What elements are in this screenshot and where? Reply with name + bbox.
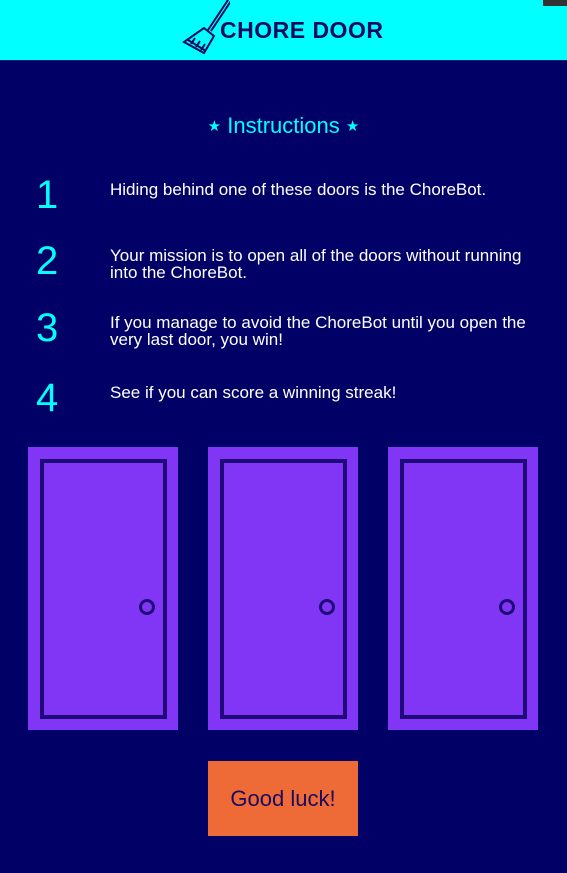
door-2[interactable]: [208, 447, 358, 730]
step-text: See if you can score a winning streak!: [110, 383, 397, 402]
step-text: Your mission is to open all of the doors…: [110, 246, 522, 282]
step-number: 4: [36, 376, 59, 420]
door-1[interactable]: [28, 447, 178, 730]
step-number: 3: [36, 306, 59, 350]
door-3[interactable]: [388, 447, 538, 730]
star-icon: ★: [345, 118, 360, 135]
step-number: 1: [36, 173, 59, 217]
app-title: CHORE DOOR: [220, 17, 384, 43]
step-text: Hiding behind one of these doors is the …: [110, 180, 487, 199]
start-button[interactable]: Good luck!: [208, 761, 358, 836]
instructions-title: Instructions: [227, 113, 340, 138]
window-corner: [543, 0, 567, 6]
instructions-heading: ★ Instructions ★: [0, 113, 567, 139]
step-text: If you manage to avoid the ChoreBot unti…: [110, 313, 526, 349]
header: CHORE DOOR: [0, 0, 567, 61]
step-number: 2: [36, 239, 59, 283]
star-icon: ★: [207, 118, 222, 135]
